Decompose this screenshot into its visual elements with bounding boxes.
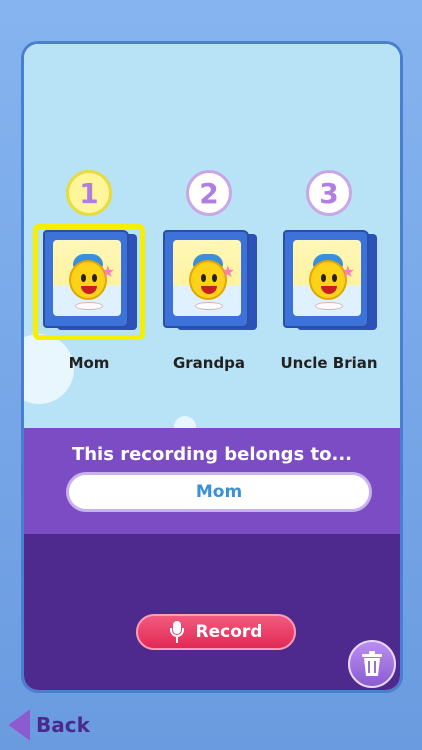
- owner-name-field[interactable]: Mom: [66, 472, 372, 512]
- slot-owner-name: Uncle Brian: [280, 354, 378, 372]
- record-button[interactable]: Record: [136, 614, 296, 650]
- owner-prompt-label: This recording belongs to...: [71, 444, 353, 465]
- trash-icon: [362, 651, 382, 676]
- slot-number-badge: 3: [306, 170, 352, 216]
- book-icon[interactable]: ★: [33, 224, 145, 340]
- controls-section: Record: [24, 534, 400, 690]
- recording-slot-1[interactable]: 1 ★ Mom: [33, 170, 145, 372]
- slot-number-badge: 1: [66, 170, 112, 216]
- owner-section: This recording belongs to... Mom: [24, 428, 400, 534]
- back-button-label: Back: [36, 713, 90, 737]
- slot-owner-name: Mom: [68, 354, 110, 372]
- record-button-label: Record: [195, 622, 263, 642]
- main-panel: 1 ★ Mom 2 ★ Grandpa 3 ★ Uncle Brian This…: [24, 44, 400, 690]
- sky-area: 1 ★ Mom 2 ★ Grandpa 3 ★ Uncle Brian: [24, 44, 400, 438]
- slot-number-badge: 2: [186, 170, 232, 216]
- slot-owner-name: Grandpa: [172, 354, 246, 372]
- back-button[interactable]: Back: [8, 708, 90, 742]
- trash-button[interactable]: [348, 640, 396, 688]
- book-icon[interactable]: ★: [279, 230, 379, 334]
- back-arrow-icon: [8, 709, 30, 741]
- recording-slot-2[interactable]: 2 ★ Grandpa: [154, 170, 264, 372]
- recording-slot-3[interactable]: 3 ★ Uncle Brian: [274, 170, 384, 372]
- book-icon[interactable]: ★: [159, 230, 259, 334]
- microphone-icon: [169, 621, 184, 643]
